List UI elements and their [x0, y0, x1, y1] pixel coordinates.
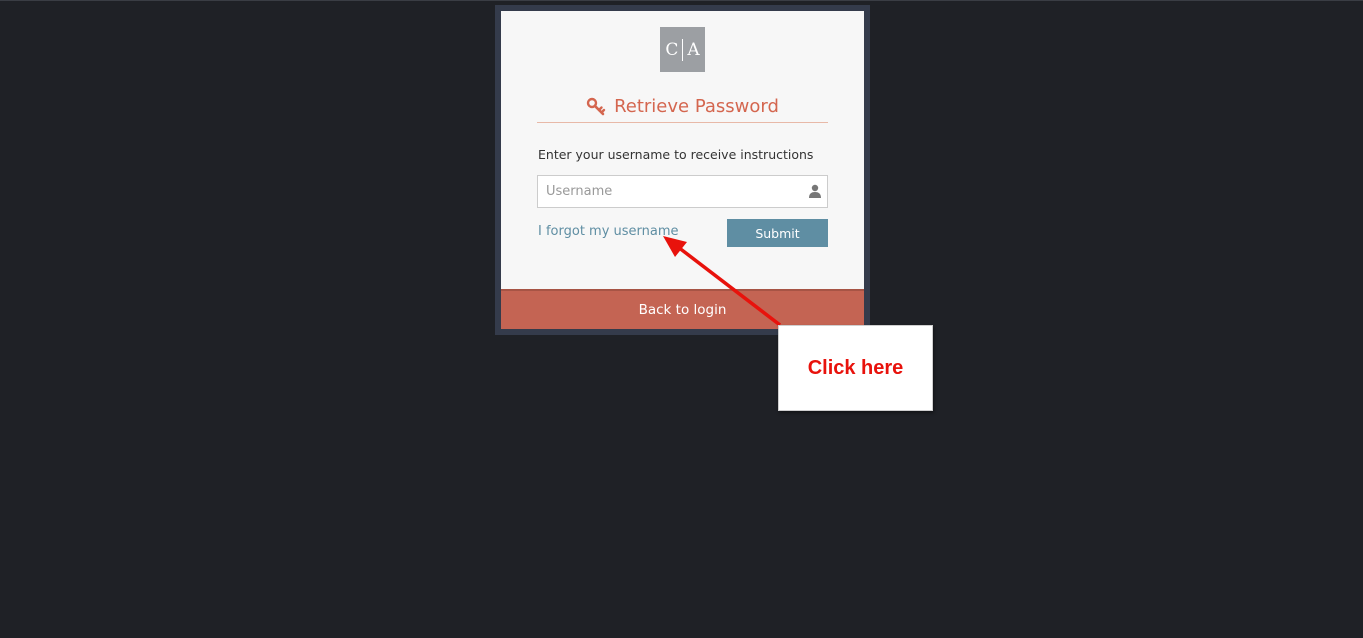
login-panel-frame: C A Retrieve Password Enter your usernam…	[495, 5, 870, 335]
back-to-login-button[interactable]: Back to login	[501, 289, 864, 329]
logo-letter-right: A	[687, 39, 700, 60]
page-title: Retrieve Password	[614, 96, 779, 117]
submit-button[interactable]: Submit	[727, 219, 828, 247]
logo-letter-left: C	[665, 39, 679, 60]
retrieve-password-card: C A Retrieve Password Enter your usernam…	[501, 11, 864, 329]
key-icon	[586, 97, 606, 117]
callout-text: Click here	[807, 356, 904, 379]
forgot-username-link[interactable]: I forgot my username	[538, 224, 679, 239]
company-logo: C A	[660, 27, 705, 72]
page-title-row: Retrieve Password	[537, 91, 828, 123]
annotation-callout: Click here	[778, 325, 933, 411]
user-icon	[808, 183, 822, 198]
logo-divider	[682, 38, 684, 61]
username-field-wrapper	[537, 175, 828, 208]
instructions-text: Enter your username to receive instructi…	[538, 147, 814, 162]
back-to-login-label: Back to login	[638, 302, 727, 318]
username-input[interactable]	[538, 176, 814, 207]
page-background: C A Retrieve Password Enter your usernam…	[0, 0, 1363, 638]
